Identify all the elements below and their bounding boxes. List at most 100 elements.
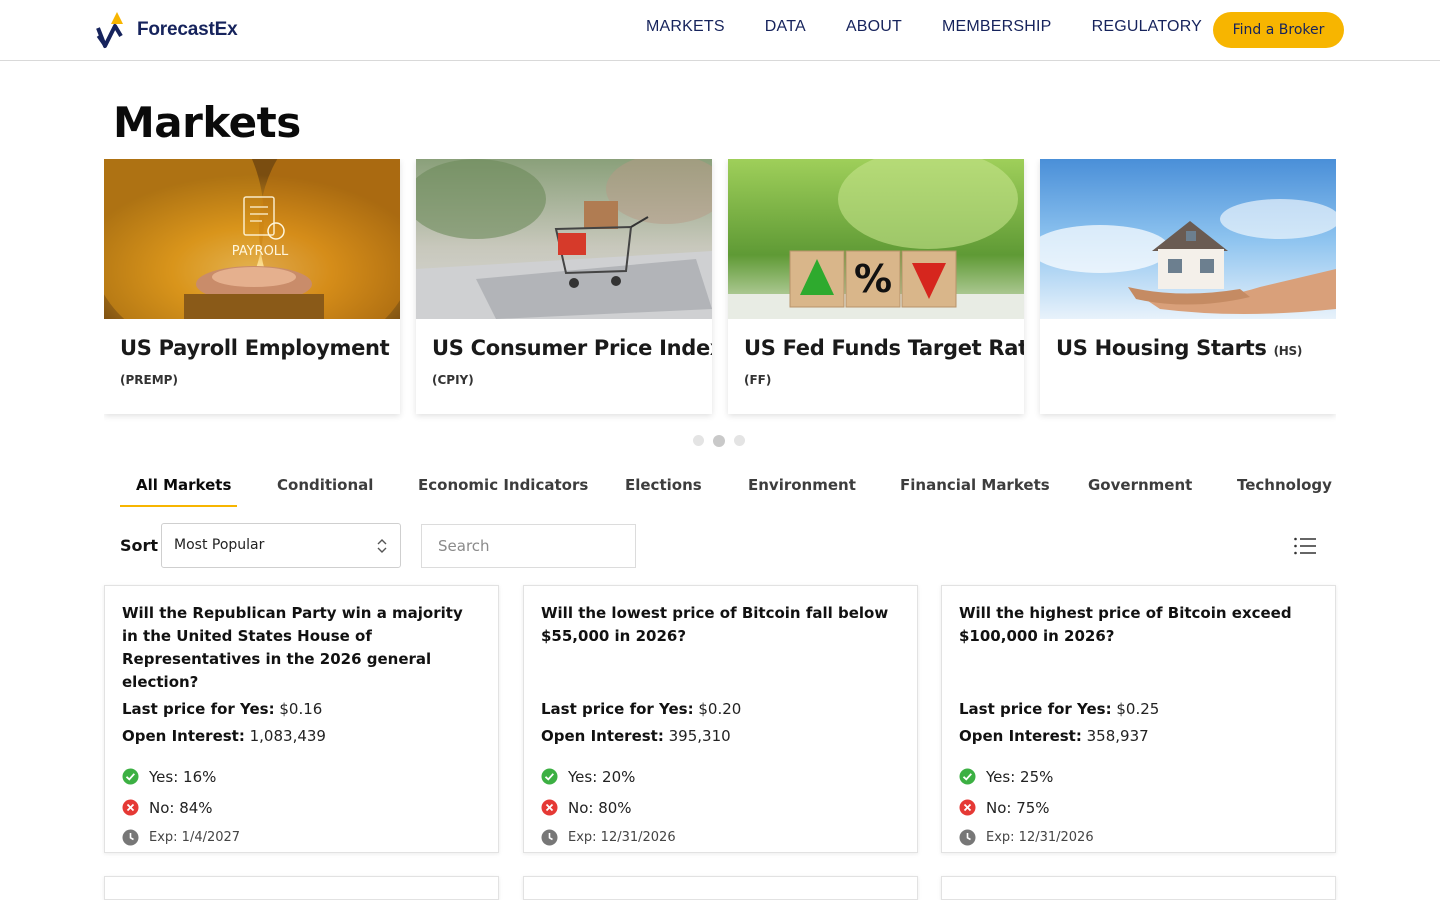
featured-card-title: US Housing Starts (HS) [1056,336,1302,360]
featured-carousel: PAYROLL US Payroll Employment (PREMP) US… [104,159,1336,431]
logo[interactable]: ForecastEx [95,10,238,50]
forecastex-logo-icon [96,12,123,48]
market-question: Will the Republican Party win a majority… [122,604,463,691]
market-stats: Last price for Yes: $0.20 Open Interest:… [541,696,901,750]
tab-technology[interactable]: Technology [1237,476,1332,508]
open-interest-label: Open Interest: [122,727,245,745]
tab-government[interactable]: Government [1088,476,1192,508]
open-interest: Open Interest: 358,937 [959,723,1319,750]
expiration-text: Exp: 1/4/2027 [149,829,241,845]
tab-financial-markets[interactable]: Financial Markets [900,476,1050,508]
carousel-dot[interactable] [734,435,745,446]
clock-icon [541,829,558,845]
carousel-dots [693,435,754,447]
open-interest-value: 395,310 [668,727,731,745]
last-price-label: Last price for Yes: [541,700,694,718]
main-nav: MARKETS DATA ABOUT MEMBERSHIP REGULATORY [646,18,1242,36]
last-price-value: $0.20 [698,700,742,718]
nav-data[interactable]: DATA [765,18,806,36]
house-in-hand-photo [1040,159,1336,319]
outcome-no[interactable]: No: 75% [959,792,1319,823]
outcome-no-text: No: 84% [149,798,213,817]
market-stats: Last price for Yes: $0.16 Open Interest:… [122,696,482,750]
outcome-yes[interactable]: Yes: 25% [959,761,1319,792]
market-card[interactable] [104,876,499,900]
x-circle-icon [122,799,139,816]
tab-elections[interactable]: Elections [625,476,702,508]
nav-regulatory[interactable]: REGULATORY [1092,18,1202,36]
last-price-label: Last price for Yes: [959,700,1112,718]
featured-card-title: US Consumer Price Index [432,336,712,360]
shopping-cart-photo [416,159,712,319]
featured-card-title: US Fed Funds Target Rate [744,336,1024,360]
carousel-dot[interactable] [693,435,704,446]
open-interest-value: 1,083,439 [249,727,326,745]
market-card[interactable] [941,876,1336,900]
outcome-no[interactable]: No: 80% [541,792,901,823]
x-circle-icon [541,799,558,816]
market-card[interactable]: Will the Republican Party win a majority… [104,585,499,853]
market-outcomes: Yes: 20% No: 80% Exp: 12/31/2026 [541,761,901,851]
clock-icon [959,829,976,845]
market-card[interactable] [523,876,918,900]
chevron-up-down-icon [377,539,387,553]
market-stats: Last price for Yes: $0.25 Open Interest:… [959,696,1319,750]
featured-card-housing[interactable]: US Housing Starts (HS) [1040,159,1336,414]
last-price-label: Last price for Yes: [122,700,275,718]
featured-card-code: (HS) [1273,344,1303,358]
featured-card-cpi[interactable]: US Consumer Price Index (CPIY) [416,159,712,414]
market-card[interactable]: Will the lowest price of Bitcoin fall be… [523,585,918,853]
expiration-text: Exp: 12/31/2026 [986,829,1094,845]
page-title: Markets [113,98,301,147]
outcome-yes-text: Yes: 25% [986,767,1054,786]
sort-select-value: Most Popular [174,537,265,553]
last-price: Last price for Yes: $0.20 [541,696,901,723]
nav-membership[interactable]: MEMBERSHIP [942,18,1052,36]
featured-card-code: (FF) [744,373,772,387]
market-card[interactable]: Will the highest price of Bitcoin exceed… [941,585,1336,853]
featured-card-fed-funds[interactable]: % US Fed Funds Target Rate (FF) [728,159,1024,414]
last-price: Last price for Yes: $0.25 [959,696,1319,723]
open-interest-value: 358,937 [1086,727,1149,745]
featured-card-title-text: US Housing Starts [1056,336,1267,360]
check-circle-icon [122,768,139,785]
clock-icon [122,829,139,845]
nav-about[interactable]: ABOUT [846,18,902,36]
tab-environment[interactable]: Environment [748,476,856,508]
last-price-value: $0.16 [279,700,323,718]
active-tab-underline [120,505,237,507]
outcome-yes[interactable]: Yes: 20% [541,761,901,792]
logo-text: ForecastEx [137,19,238,40]
market-question: Will the lowest price of Bitcoin fall be… [541,604,889,645]
featured-card-payroll[interactable]: PAYROLL US Payroll Employment (PREMP) [104,159,400,414]
tab-economic-indicators[interactable]: Economic Indicators [418,476,588,508]
last-price-value: $0.25 [1116,700,1160,718]
sort-select[interactable]: Most Popular [161,523,401,568]
expiration-text: Exp: 12/31/2026 [568,829,676,845]
search-input[interactable] [421,524,636,568]
x-circle-icon [959,799,976,816]
expiration: Exp: 12/31/2026 [959,823,1319,851]
svg-text:PAYROLL: PAYROLL [232,244,289,259]
featured-card-title: US Payroll Employment [120,336,390,360]
open-interest-label: Open Interest: [541,727,664,745]
last-price: Last price for Yes: $0.16 [122,696,482,723]
featured-card-code: (CPIY) [432,373,474,387]
list-view-icon[interactable] [1293,536,1317,556]
market-question: Will the highest price of Bitcoin exceed… [959,604,1292,645]
carousel-dot-active[interactable] [713,435,725,447]
find-broker-button[interactable]: Find a Broker [1213,12,1344,48]
nav-markets[interactable]: MARKETS [646,18,725,36]
outcome-yes[interactable]: Yes: 16% [122,761,482,792]
open-interest-label: Open Interest: [959,727,1082,745]
expiration: Exp: 12/31/2026 [541,823,901,851]
expiration: Exp: 1/4/2027 [122,823,482,851]
site-header: ForecastEx MARKETS DATA ABOUT MEMBERSHIP… [0,0,1440,61]
featured-card-code: (PREMP) [120,373,178,387]
tab-conditional[interactable]: Conditional [277,476,373,508]
open-interest: Open Interest: 1,083,439 [122,723,482,750]
tab-all-markets[interactable]: All Markets [136,476,231,508]
outcome-no[interactable]: No: 84% [122,792,482,823]
check-circle-icon [541,768,558,785]
outcome-yes-text: Yes: 16% [149,767,217,786]
